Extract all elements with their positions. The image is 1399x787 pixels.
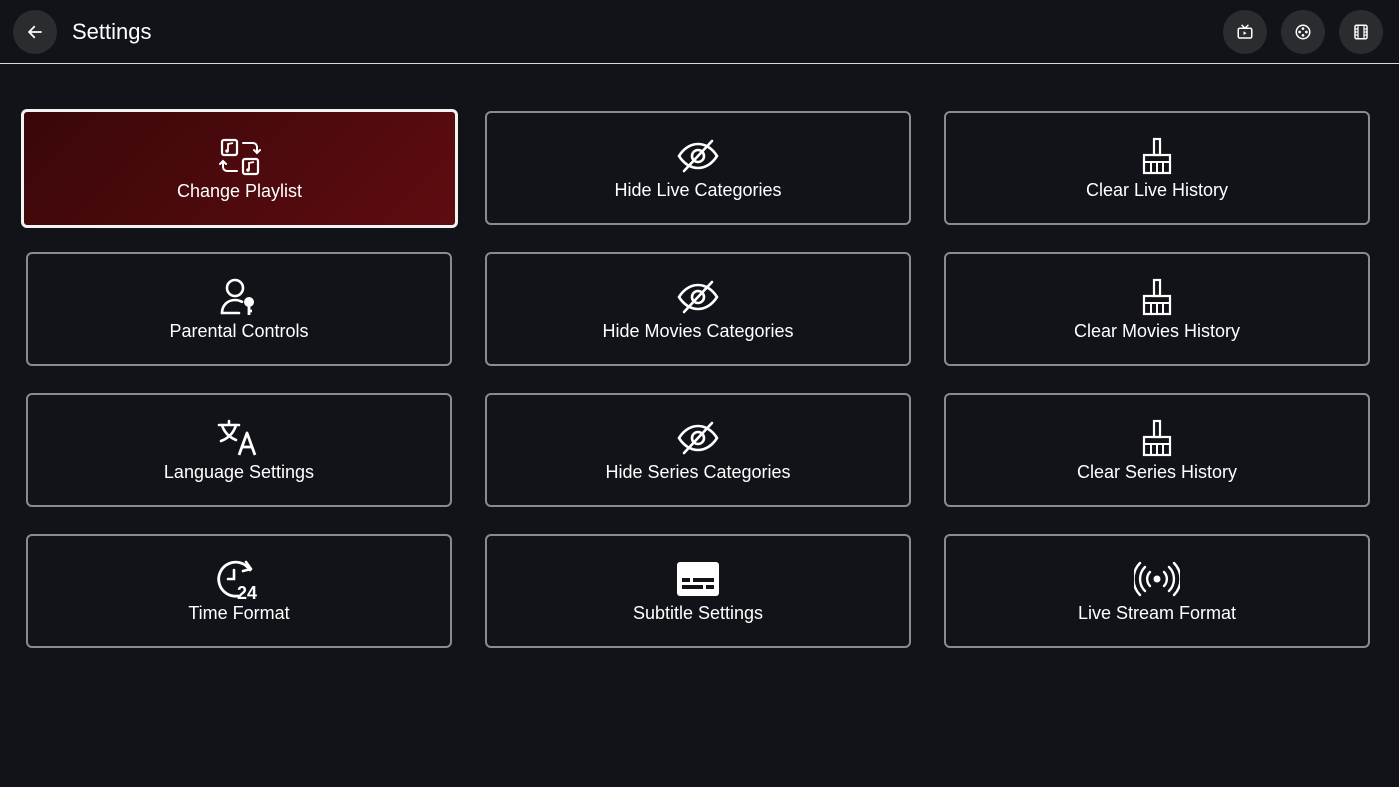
tile-label: Change Playlist xyxy=(176,180,303,201)
hide-series-categories-tile[interactable]: Hide Series Categories xyxy=(485,393,911,507)
clear-series-history-tile[interactable]: Clear Series History xyxy=(944,393,1370,507)
clear-movies-history-tile[interactable]: Clear Movies History xyxy=(944,252,1370,366)
broom-icon xyxy=(1142,137,1172,175)
translate-icon xyxy=(217,419,257,456)
tile-label: Clear Live History xyxy=(1085,180,1229,200)
language-settings-tile[interactable]: Language Settings xyxy=(26,393,452,507)
tile-label: Hide Live Categories xyxy=(614,180,782,200)
tile-label: Hide Movies Categories xyxy=(602,321,794,341)
tile-label: Clear Series History xyxy=(1076,462,1238,482)
svg-text:24: 24 xyxy=(237,583,257,600)
playlist-swap-icon xyxy=(218,138,261,175)
change-playlist-tile[interactable]: Change Playlist xyxy=(21,109,458,228)
subtitle-settings-tile[interactable]: Subtitle Settings xyxy=(485,534,911,648)
time-format-tile[interactable]: 24 Time Format xyxy=(26,534,452,648)
hide-movies-categories-tile[interactable]: Hide Movies Categories xyxy=(485,252,911,366)
tile-label: Clear Movies History xyxy=(1073,321,1241,341)
parental-controls-tile[interactable]: Parental Controls xyxy=(26,252,452,366)
live-stream-format-tile[interactable]: Live Stream Format xyxy=(944,534,1370,648)
tile-label: Time Format xyxy=(188,603,290,623)
broom-icon xyxy=(1142,419,1172,457)
broadcast-icon xyxy=(1134,561,1180,597)
subtitles-icon xyxy=(677,562,719,596)
tile-label: Hide Series Categories xyxy=(605,462,791,482)
eye-off-icon xyxy=(677,280,719,314)
settings-grid: Change Playlist Hide Live Categories Cle… xyxy=(0,0,1399,787)
tile-label: Subtitle Settings xyxy=(632,603,764,623)
hide-live-categories-tile[interactable]: Hide Live Categories xyxy=(485,111,911,225)
eye-off-icon xyxy=(677,421,719,455)
eye-off-icon xyxy=(677,139,719,173)
tile-label: Language Settings xyxy=(163,462,315,482)
tile-label: Live Stream Format xyxy=(1077,603,1237,623)
clock-24-icon: 24 xyxy=(217,560,257,600)
clear-live-history-tile[interactable]: Clear Live History xyxy=(944,111,1370,225)
broom-icon xyxy=(1142,278,1172,316)
tile-label: Parental Controls xyxy=(169,321,309,341)
user-key-icon xyxy=(220,278,254,315)
